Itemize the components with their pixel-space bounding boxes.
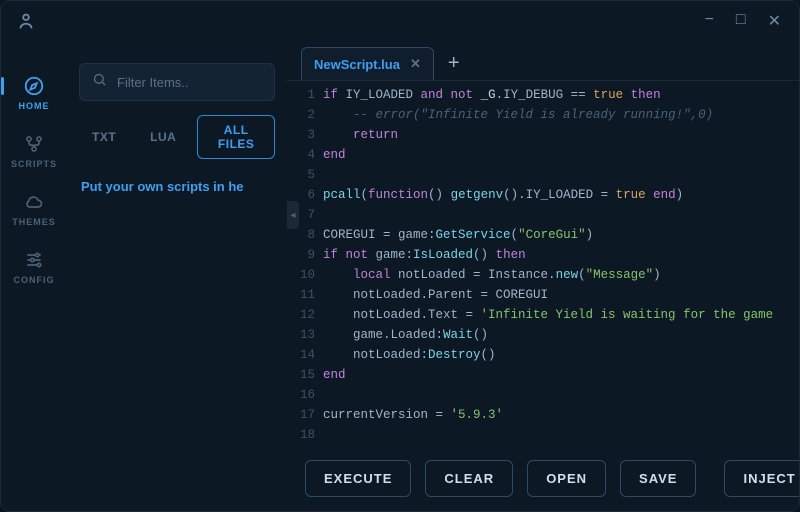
tab-bar: NewScript.lua ✕ +	[287, 41, 799, 80]
app-logo-icon	[15, 10, 37, 32]
search-icon	[92, 72, 107, 92]
nav-home[interactable]: HOME	[19, 75, 50, 111]
nav-label: HOME	[19, 101, 50, 111]
code-lines[interactable]: if IY_LOADED and not _G.IY_DEBUG == true…	[323, 85, 799, 446]
filter-lua[interactable]: LUA	[137, 115, 189, 159]
scripts-panel: TXT LUA ALL FILES Put your own scripts i…	[67, 41, 287, 511]
gutter-collapse-icon[interactable]: ◂	[287, 201, 299, 229]
nav-label: THEMES	[12, 217, 56, 227]
titlebar: − □ ✕	[1, 1, 799, 41]
code-editor[interactable]: ◂ 12345678910111213141516171819 if IY_LO…	[287, 80, 799, 446]
add-tab-button[interactable]: +	[438, 48, 470, 79]
editor-area: NewScript.lua ✕ + ◂ 12345678910111213141…	[287, 41, 799, 511]
minimize-button[interactable]: −	[705, 11, 714, 31]
search-input[interactable]	[117, 75, 293, 90]
body: HOME SCRIPTS THEMES CONFIG	[1, 41, 799, 511]
filter-all-files[interactable]: ALL FILES	[197, 115, 275, 159]
clear-button[interactable]: CLEAR	[425, 460, 513, 497]
action-bar: EXECUTE CLEAR OPEN SAVE INJECT	[287, 446, 799, 511]
close-icon[interactable]: ✕	[410, 56, 421, 72]
cloud-icon	[23, 191, 45, 213]
filter-row: TXT LUA ALL FILES	[79, 115, 275, 159]
tab-newscript[interactable]: NewScript.lua ✕	[301, 47, 434, 80]
tab-label: NewScript.lua	[314, 57, 400, 72]
nav-config[interactable]: CONFIG	[14, 249, 55, 285]
nav-label: SCRIPTS	[11, 159, 57, 169]
app-window: − □ ✕ HOME SCRIPTS THEME	[0, 0, 800, 512]
search-box[interactable]	[79, 63, 275, 101]
compass-icon	[23, 75, 45, 97]
nav-scripts[interactable]: SCRIPTS	[11, 133, 57, 169]
sliders-icon	[23, 249, 45, 271]
sidebar-nav: HOME SCRIPTS THEMES CONFIG	[1, 41, 67, 511]
close-button[interactable]: ✕	[768, 11, 781, 31]
execute-button[interactable]: EXECUTE	[305, 460, 411, 497]
nav-label: CONFIG	[14, 275, 55, 285]
nav-themes[interactable]: THEMES	[12, 191, 56, 227]
window-controls: − □ ✕	[705, 11, 781, 31]
open-button[interactable]: OPEN	[527, 460, 606, 497]
filter-txt[interactable]: TXT	[79, 115, 129, 159]
line-gutter: 12345678910111213141516171819	[287, 85, 323, 446]
inject-button[interactable]: INJECT	[724, 460, 799, 497]
save-button[interactable]: SAVE	[620, 460, 696, 497]
maximize-button[interactable]: □	[736, 11, 746, 31]
script-list-item[interactable]: Put your own scripts in he	[79, 173, 275, 200]
branch-icon	[23, 133, 45, 155]
